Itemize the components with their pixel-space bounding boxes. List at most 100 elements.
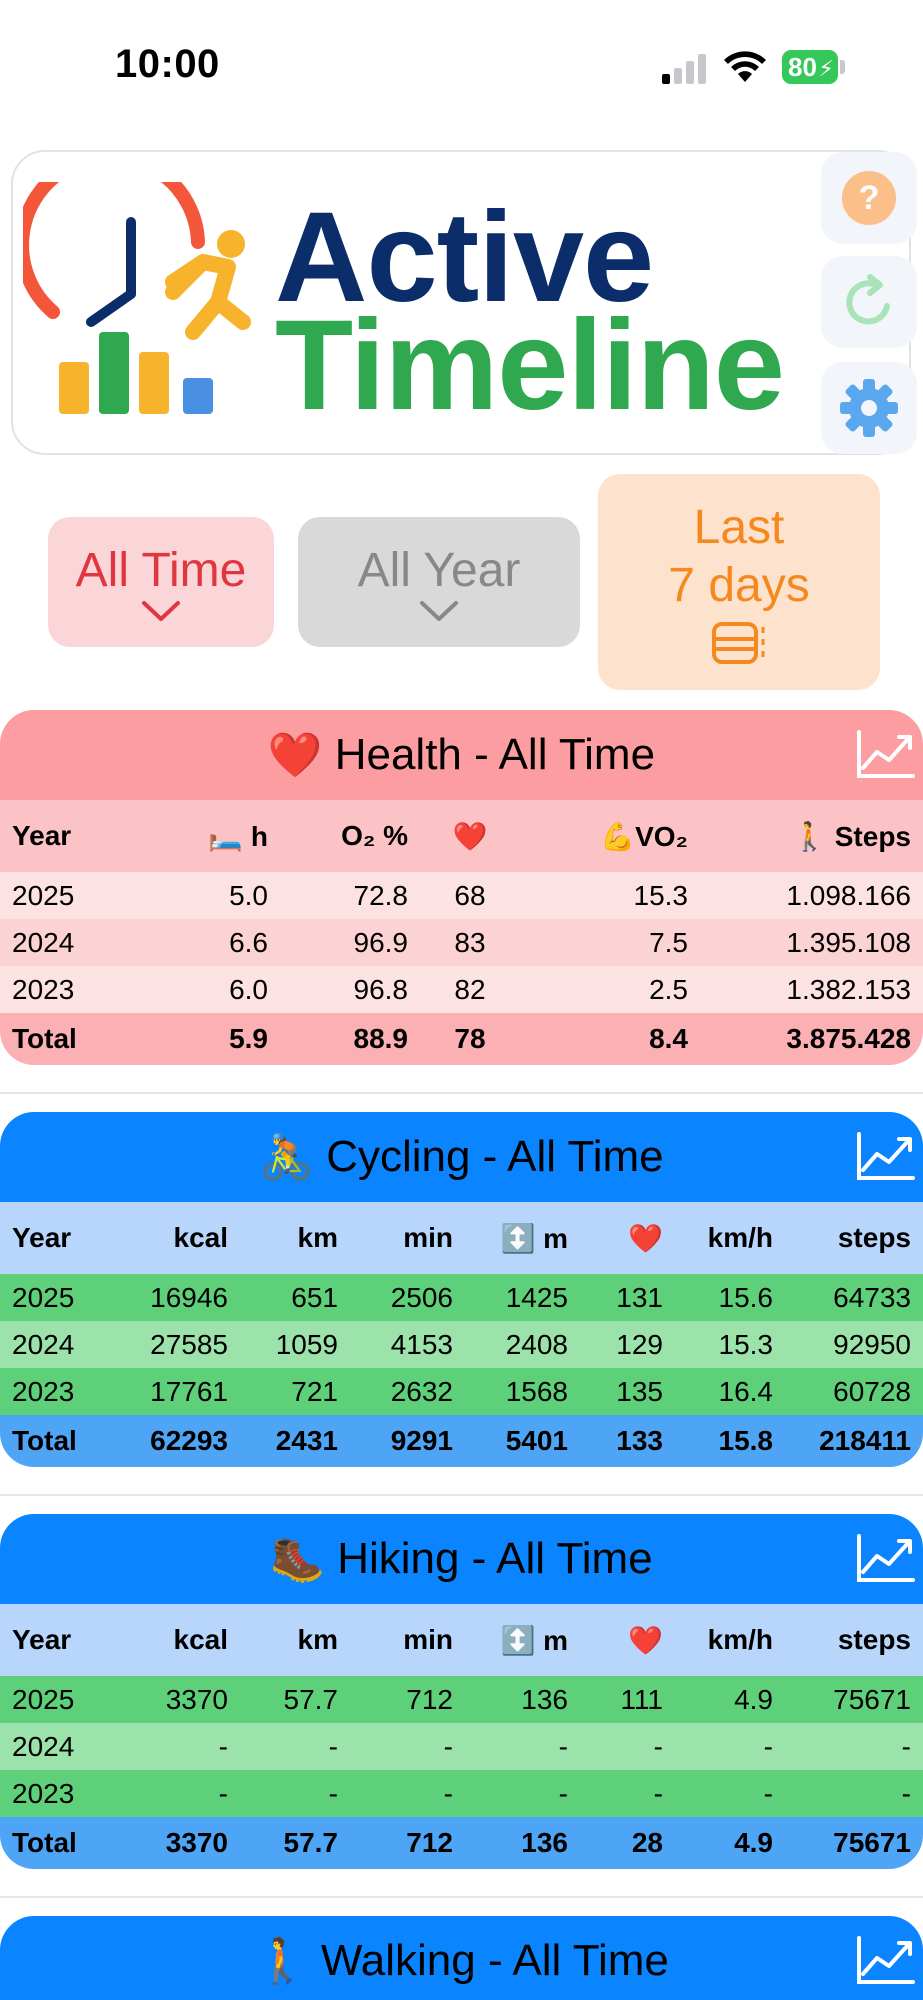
table-cell: 4.9: [734, 1827, 773, 1858]
hiking-section-header: 🥾 Hiking - All Time: [0, 1514, 923, 1604]
status-time: 10:00: [115, 42, 220, 86]
calendar-scroll-icon: [712, 622, 765, 664]
app-header-card: Active Timeline ?: [11, 150, 917, 455]
walker-icon: 🚶: [254, 1937, 309, 1986]
question-circle-icon: ?: [842, 171, 896, 225]
battery-level: 80: [788, 52, 817, 82]
line-chart-icon[interactable]: [855, 1934, 917, 1986]
column-header: km/h: [707, 1222, 773, 1253]
table-cell: 75671: [833, 1683, 911, 1715]
table-cell: 111: [620, 1683, 663, 1715]
table-cell: 82: [454, 973, 486, 1005]
table-cell: 72.8: [353, 879, 409, 911]
table-row: 2024 6.6 96.9 83 7.5 1.395.108: [0, 919, 923, 966]
table-cell: 1568: [505, 1375, 568, 1407]
help-button[interactable]: ?: [821, 152, 917, 244]
table-cell: 2024: [12, 1730, 75, 1762]
table-cell: 64733: [833, 1281, 911, 1313]
table-row: 2024 27585 1059 4153 2408 129 15.3 92950: [0, 1321, 923, 1368]
table-cell: 131: [616, 1281, 663, 1313]
column-header: 🚶 Steps: [792, 820, 911, 852]
table-cell: Total: [12, 1425, 77, 1456]
table-row: 2025 5.0 72.8 68 15.3 1.098.166: [0, 872, 923, 919]
section-divider: [0, 1092, 923, 1094]
table-cell: 2024: [12, 1328, 75, 1360]
table-cell: 1.098.166: [786, 879, 911, 911]
table-cell: 136: [521, 1683, 568, 1715]
all-time-filter-button[interactable]: All Time: [48, 517, 274, 647]
line-chart-icon[interactable]: [855, 1130, 917, 1182]
table-cell: 129: [616, 1328, 663, 1360]
last-7-days-filter-button[interactable]: Last 7 days: [598, 474, 880, 690]
table-cell: 92950: [833, 1328, 911, 1360]
table-cell: 136: [521, 1827, 568, 1858]
table-cell: -: [763, 1730, 773, 1762]
walking-section: 🚶 Walking - All Time: [0, 1916, 923, 2000]
section-divider: [0, 1494, 923, 1496]
table-row: 2023 6.0 96.8 82 2.5 1.382.153: [0, 966, 923, 1013]
app-logo-icon: [23, 182, 251, 414]
table-cell: 75671: [833, 1827, 911, 1858]
table-header-row: Year kcal km min ↕️ m ❤️ km/h steps: [0, 1202, 923, 1274]
column-header: ↕️ m: [500, 1222, 568, 1254]
table-cell: 15.3: [718, 1328, 774, 1360]
table-cell: 28: [631, 1827, 663, 1858]
table-cell: 1.382.153: [786, 973, 911, 1005]
table-cell: 2025: [12, 879, 75, 911]
cellular-signal-icon: [662, 52, 710, 84]
table-cell: 2023: [12, 973, 75, 1005]
table-cell: 96.9: [353, 926, 409, 958]
health-section-title: Health - All Time: [334, 730, 656, 779]
table-cell: 651: [291, 1281, 338, 1313]
settings-button[interactable]: [821, 362, 917, 454]
table-cell: 68: [454, 879, 486, 911]
table-cell: 2025: [12, 1281, 75, 1313]
line-chart-icon[interactable]: [855, 728, 917, 780]
column-header: km: [297, 1222, 338, 1253]
column-header: km: [297, 1624, 338, 1655]
line-chart-icon[interactable]: [855, 1532, 917, 1584]
table-cell: 3.875.428: [786, 1023, 911, 1054]
table-cell: 2023: [12, 1375, 75, 1407]
refresh-button[interactable]: [821, 256, 917, 348]
column-header: 🛏️ h: [208, 820, 268, 852]
battery-nub: [840, 60, 845, 74]
column-header: min: [403, 1624, 453, 1655]
table-cell: -: [443, 1777, 453, 1809]
table-cell: 218411: [819, 1425, 911, 1456]
table-cell: 9291: [390, 1425, 453, 1456]
charging-bolt-icon: ⚡: [818, 56, 834, 81]
column-header: km/h: [707, 1624, 773, 1655]
table-row: 2024 - - - - - - -: [0, 1723, 923, 1770]
table-cell: 16.4: [718, 1375, 774, 1407]
table-cell: -: [901, 1730, 911, 1762]
table-cell: -: [218, 1777, 228, 1809]
table-cell: 2632: [390, 1375, 453, 1407]
walking-section-header: 🚶 Walking - All Time: [0, 1916, 923, 2000]
column-header: steps: [837, 1222, 911, 1253]
total-row: Total 5.9 88.9 78 8.4 3.875.428: [0, 1013, 923, 1065]
table-cell: 3370: [165, 1827, 228, 1858]
hiking-boot-icon: 🥾: [270, 1535, 326, 1584]
total-row: Total 62293 2431 9291 5401 133 15.8 2184…: [0, 1415, 923, 1467]
all-year-filter-button[interactable]: All Year: [298, 517, 580, 647]
section-divider: [0, 1896, 923, 1898]
table-cell: 2023: [12, 1777, 75, 1809]
table-cell: 27585: [150, 1328, 228, 1360]
table-cell: 62293: [150, 1425, 228, 1456]
table-cell: 83: [454, 926, 486, 958]
table-cell: 4.9: [734, 1683, 773, 1715]
all-time-label: All Time: [75, 544, 247, 597]
table-cell: 96.8: [353, 973, 409, 1005]
table-cell: Total: [12, 1023, 77, 1054]
cyclist-icon: 🚴: [259, 1133, 315, 1182]
column-header: ❤️: [452, 820, 488, 852]
table-cell: 712: [406, 1827, 453, 1858]
cycling-section-title: Cycling - All Time: [326, 1132, 664, 1181]
total-row: Total 3370 57.7 712 136 28 4.9 75671: [0, 1817, 923, 1869]
table-cell: 7.5: [649, 926, 688, 958]
last-label-line2: 7 days: [668, 559, 810, 612]
table-cell: Total: [12, 1827, 77, 1858]
table-cell: 2431: [275, 1425, 338, 1456]
table-cell: -: [558, 1730, 568, 1762]
